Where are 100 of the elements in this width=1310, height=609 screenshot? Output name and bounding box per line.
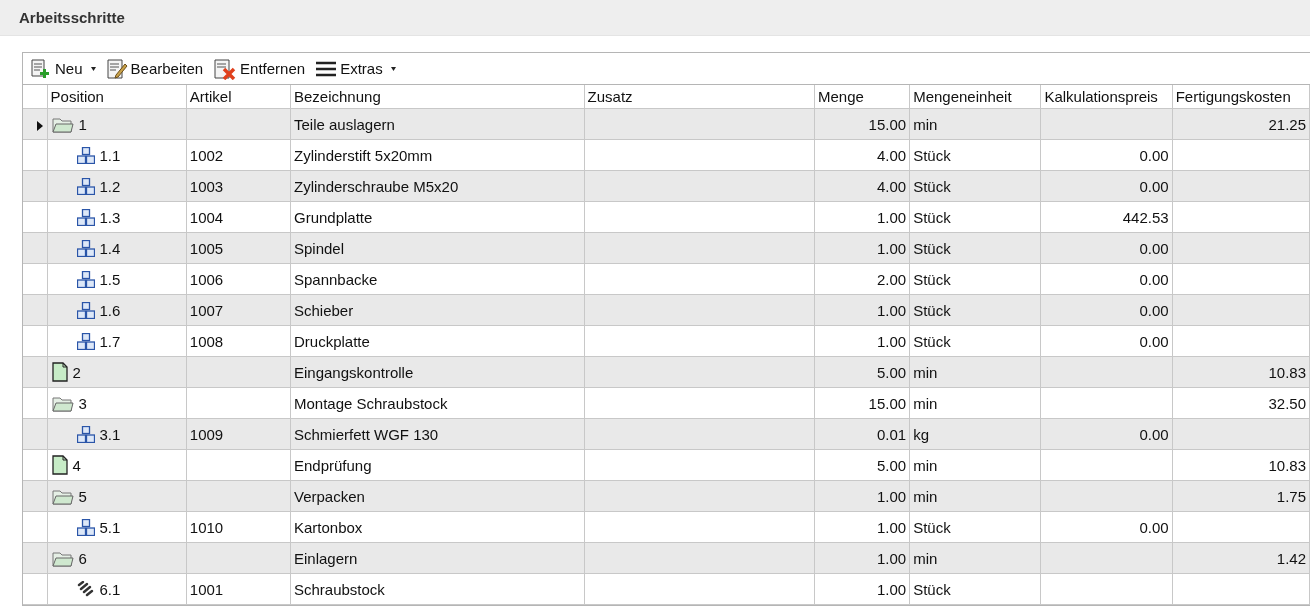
toolbar-button[interactable]: Extras [312, 58, 399, 79]
table-cell: Zylinderschraube M5x20 [294, 177, 459, 195]
table-cell: 1008 [189, 332, 224, 350]
table-cell: min [913, 394, 938, 412]
column-header[interactable]: Position [47, 85, 187, 109]
table-cell: 10.83 [1268, 456, 1306, 474]
part-structure-icon [76, 239, 95, 257]
table-cell: 10.83 [1268, 363, 1306, 381]
position-number: 1.1 [99, 146, 121, 164]
table-cell: 0.00 [1139, 301, 1169, 319]
new-document-icon [30, 57, 52, 80]
position-number: 1 [78, 115, 87, 133]
table-cell: 1.75 [1276, 487, 1306, 505]
table-cell: Montage Schraubstock [294, 394, 448, 412]
table-cell: 1.00 [876, 549, 907, 567]
column-header[interactable]: Kalkulationspreis [1040, 85, 1173, 109]
table-cell: Stück [913, 518, 951, 536]
table-cell: 0.01 [876, 425, 907, 443]
table-cell: 1005 [189, 239, 224, 257]
table-cell: 0.00 [1139, 177, 1169, 195]
table-cell: 1004 [189, 208, 224, 226]
table-cell: 0.00 [1139, 425, 1169, 443]
table-cell: Grundplatte [294, 208, 373, 226]
table-cell: Schraubstock [294, 580, 385, 598]
column-header[interactable]: Artikel [186, 85, 291, 109]
toolbar-button[interactable]: Neu [27, 55, 99, 82]
table-cell: kg [913, 425, 929, 443]
table-cell: min [913, 549, 938, 567]
column-header[interactable]: Bezeichnung [290, 85, 585, 109]
table-cell: 1002 [189, 146, 224, 164]
folder-icon [51, 115, 74, 133]
table-cell: 1001 [189, 580, 224, 598]
folder-icon [51, 549, 74, 567]
column-header[interactable]: Zusatz [584, 85, 815, 109]
table-cell: Verpacken [294, 487, 365, 505]
position-number: 1.3 [99, 208, 121, 226]
table-cell: Endprüfung [294, 456, 372, 474]
table-cell: Stück [913, 239, 951, 257]
table-cell: 5.00 [876, 456, 907, 474]
position-number: 4 [72, 456, 81, 474]
table-cell: Stück [913, 270, 951, 288]
table-cell: 0.00 [1139, 270, 1169, 288]
delete-document-icon [213, 57, 238, 80]
table-cell: Stück [913, 146, 951, 164]
table-cell: 4.00 [876, 146, 907, 164]
table-cell: 1.00 [876, 518, 907, 536]
part-structure-icon [76, 332, 95, 350]
table-cell: 1.00 [876, 239, 907, 257]
document-icon [51, 362, 68, 382]
column-header[interactable]: Menge [814, 85, 910, 109]
column-header[interactable]: Fertigungskosten [1172, 85, 1310, 109]
table-cell: Zylinderstift 5x20mm [294, 146, 433, 164]
table-cell: 1.00 [876, 301, 907, 319]
table-cell: min [913, 456, 938, 474]
panel-title: Arbeitsschritte [19, 9, 125, 26]
table-cell: 1.00 [876, 487, 907, 505]
table-cell: 4.00 [876, 177, 907, 195]
table-cell: 21.25 [1268, 115, 1306, 133]
table-cell: 0.00 [1139, 332, 1169, 350]
table-cell: Spindel [294, 239, 345, 257]
table-cell: Spannbacke [294, 270, 378, 288]
table-cell: Stück [913, 208, 951, 226]
position-number: 5 [78, 487, 87, 505]
table-cell: Stück [913, 177, 951, 195]
table-cell: Teile auslagern [294, 115, 395, 133]
table-cell: 0.00 [1139, 239, 1169, 257]
table-cell: min [913, 487, 938, 505]
position-number: 5.1 [99, 518, 121, 536]
table-cell: 1.42 [1276, 549, 1306, 567]
table-cell: 2.00 [876, 270, 907, 288]
spring-icon [76, 581, 95, 597]
part-structure-icon [76, 301, 95, 319]
table-cell: Kartonbox [294, 518, 363, 536]
part-structure-icon [76, 146, 95, 164]
toolbar-button[interactable]: Bearbeiten [102, 55, 207, 82]
table-cell: 1003 [189, 177, 224, 195]
position-number: 1.5 [99, 270, 121, 288]
table-cell: 15.00 [868, 115, 907, 133]
part-structure-icon [76, 208, 95, 226]
position-number: 1.6 [99, 301, 121, 319]
table-cell: 0.00 [1139, 518, 1169, 536]
position-number: 3 [78, 394, 87, 412]
table-cell: Stück [913, 332, 951, 350]
table-cell: 1.00 [876, 580, 907, 598]
position-number: 2 [72, 363, 81, 381]
table-cell: min [913, 115, 938, 133]
part-structure-icon [76, 270, 95, 288]
table-cell: 0.00 [1139, 146, 1169, 164]
table-cell: 15.00 [868, 394, 907, 412]
table-cell: Stück [913, 301, 951, 319]
position-number: 1.7 [99, 332, 121, 350]
table-cell: Schieber [294, 301, 354, 319]
table-cell: min [913, 363, 938, 381]
column-header[interactable]: Mengeneinheit [909, 85, 1041, 109]
table-cell: 32.50 [1268, 394, 1306, 412]
table-cell: 1.00 [876, 332, 907, 350]
toolbar-button[interactable]: Entfernen [210, 55, 309, 82]
edit-document-icon [105, 57, 128, 80]
part-structure-icon [76, 425, 95, 443]
table-cell: 1007 [189, 301, 224, 319]
